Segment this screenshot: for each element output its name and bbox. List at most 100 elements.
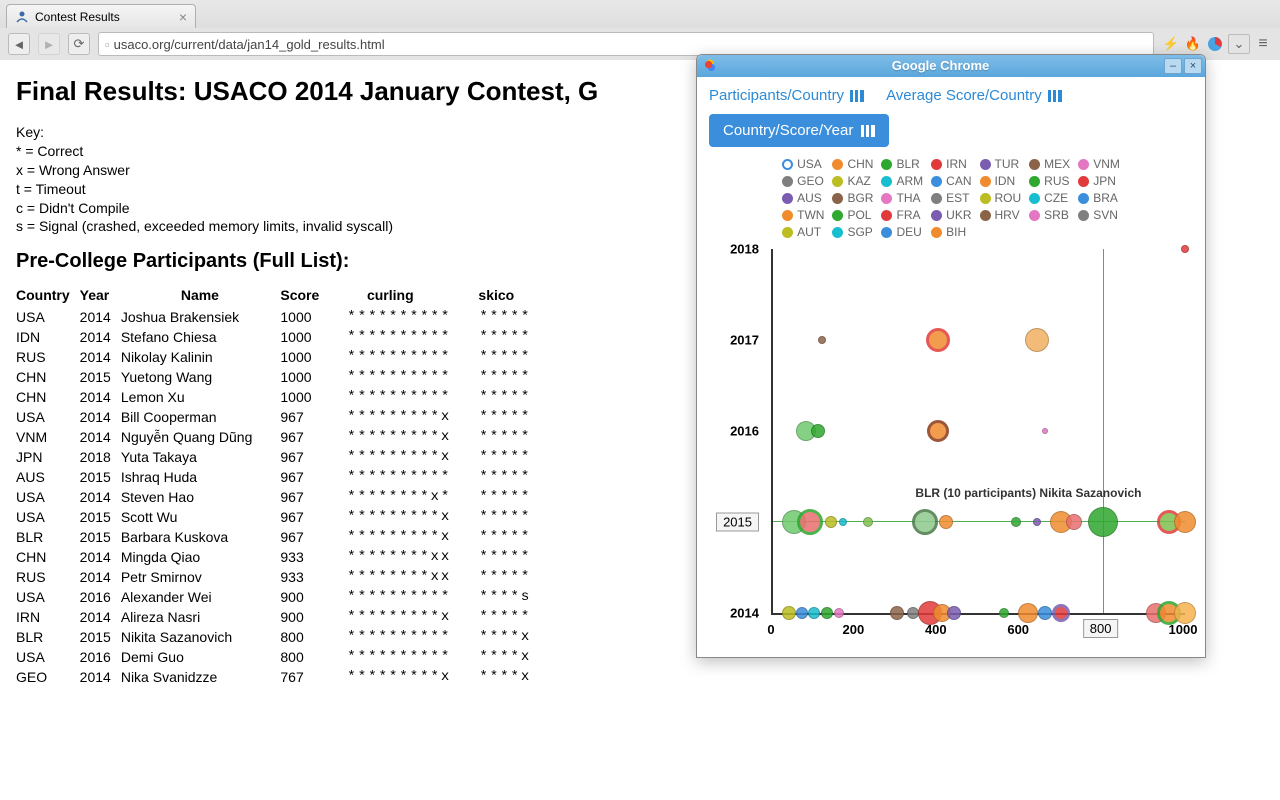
chart[interactable]: 20142015201620172018 BLR (10 participant… xyxy=(709,245,1193,645)
legend-item[interactable]: IRN xyxy=(931,157,971,171)
legend-item[interactable]: AUS xyxy=(782,191,824,205)
cell: 2018 xyxy=(80,447,121,467)
legend-item[interactable]: CAN xyxy=(931,174,971,188)
bubble[interactable] xyxy=(834,608,844,618)
bubble[interactable] xyxy=(890,606,904,620)
bubble[interactable] xyxy=(1181,245,1189,253)
tab-close-icon[interactable]: × xyxy=(179,9,187,25)
bubble[interactable] xyxy=(1042,428,1048,434)
legend-item[interactable]: SVN xyxy=(1078,208,1120,222)
bubble[interactable] xyxy=(1174,511,1196,533)
legend-item[interactable]: BLR xyxy=(881,157,923,171)
legend-item[interactable]: CZE xyxy=(1029,191,1070,205)
pie-icon[interactable] xyxy=(1206,35,1224,53)
bubble[interactable] xyxy=(1088,507,1118,537)
bubble[interactable] xyxy=(782,606,796,620)
legend-label: FRA xyxy=(896,208,920,222)
bubble[interactable] xyxy=(1066,514,1082,530)
minimize-button[interactable]: – xyxy=(1164,58,1182,74)
cell: *********x xyxy=(329,447,461,467)
legend-item[interactable]: FRA xyxy=(881,208,923,222)
browser-tab[interactable]: Contest Results × xyxy=(6,4,196,28)
reload-button[interactable]: ⟳ xyxy=(68,33,90,55)
legend-item[interactable]: SGP xyxy=(832,225,873,239)
bubble[interactable] xyxy=(926,328,950,352)
bubble[interactable] xyxy=(839,518,847,526)
cell: 2014 xyxy=(80,607,121,627)
legend-item[interactable]: MEX xyxy=(1029,157,1070,171)
cell: ***** xyxy=(461,427,541,447)
legend-item[interactable]: GEO xyxy=(782,174,824,188)
bubble[interactable] xyxy=(939,515,953,529)
legend-item[interactable]: ROU xyxy=(980,191,1022,205)
bubble[interactable] xyxy=(825,516,837,528)
legend-item[interactable]: BGR xyxy=(832,191,873,205)
legend-label: BGR xyxy=(847,191,873,205)
cell: 1000 xyxy=(262,327,329,347)
browser-chrome: Contest Results × ◄ ► ⟳ ▫ usaco.org/curr… xyxy=(0,0,1280,60)
legend-item[interactable]: THA xyxy=(881,191,923,205)
legend-item[interactable]: POL xyxy=(832,208,873,222)
bubble[interactable] xyxy=(1011,517,1021,527)
bubble[interactable] xyxy=(811,424,825,438)
cell: *********x xyxy=(329,667,461,687)
close-button[interactable]: × xyxy=(1184,58,1202,74)
tab-country-score-year[interactable]: Country/Score/Year xyxy=(709,114,889,147)
flame-icon[interactable]: 🔥 xyxy=(1184,35,1202,53)
bubble[interactable] xyxy=(863,517,873,527)
bubble[interactable] xyxy=(818,336,826,344)
legend-dot-icon xyxy=(881,227,892,238)
popup-titlebar[interactable]: Google Chrome – × xyxy=(697,55,1205,77)
forward-button[interactable]: ► xyxy=(38,33,60,55)
legend-item[interactable]: ARM xyxy=(881,174,923,188)
bubble[interactable] xyxy=(1025,328,1049,352)
legend-item[interactable]: CHN xyxy=(832,157,873,171)
legend-item[interactable]: BIH xyxy=(931,225,971,239)
tab-avgscore[interactable]: Average Score/Country xyxy=(886,87,1062,104)
cell: ********** xyxy=(329,347,461,367)
bubble[interactable] xyxy=(797,509,823,535)
bubble[interactable] xyxy=(1033,518,1041,526)
legend-item[interactable]: IDN xyxy=(980,174,1022,188)
legend-item[interactable]: UKR xyxy=(931,208,971,222)
legend-dot-icon xyxy=(931,193,942,204)
bubble[interactable] xyxy=(927,420,949,442)
x-tick: 200 xyxy=(843,622,865,637)
bubble[interactable] xyxy=(1038,606,1052,620)
legend-item[interactable]: BRA xyxy=(1078,191,1120,205)
bubble[interactable] xyxy=(821,607,833,619)
cell: ********x* xyxy=(329,487,461,507)
tab-participants[interactable]: Participants/Country xyxy=(709,87,864,104)
legend-item[interactable]: KAZ xyxy=(832,174,873,188)
legend-item[interactable]: HRV xyxy=(980,208,1022,222)
bubble[interactable] xyxy=(999,608,1009,618)
legend-item[interactable]: EST xyxy=(931,191,971,205)
cell: 900 xyxy=(262,607,329,627)
legend-label: BLR xyxy=(896,157,919,171)
legend-item[interactable]: USA xyxy=(782,157,824,171)
cell: ****x xyxy=(461,667,541,687)
legend-dot-icon xyxy=(782,159,793,170)
bubble[interactable] xyxy=(912,509,938,535)
bubble[interactable] xyxy=(947,606,961,620)
bubble[interactable] xyxy=(808,607,820,619)
chevron-down-icon[interactable]: ⌄ xyxy=(1228,34,1250,54)
table-row: USA2016Alexander Wei900**************s xyxy=(16,587,541,607)
back-button[interactable]: ◄ xyxy=(8,33,30,55)
legend-item[interactable]: RUS xyxy=(1029,174,1070,188)
legend-item[interactable]: AUT xyxy=(782,225,824,239)
legend-item[interactable]: DEU xyxy=(881,225,923,239)
legend-dot-icon xyxy=(931,159,942,170)
bolt-icon[interactable]: ⚡ xyxy=(1162,35,1180,53)
plot-area[interactable]: BLR (10 participants) Nikita Sazanovich xyxy=(771,249,1185,615)
menu-icon[interactable]: ≡ xyxy=(1254,35,1272,53)
legend-item[interactable]: TWN xyxy=(782,208,824,222)
legend-item[interactable]: SRB xyxy=(1029,208,1070,222)
bubble[interactable] xyxy=(796,607,808,619)
x-tick: 0 xyxy=(767,622,774,637)
cell: ***** xyxy=(461,487,541,507)
legend-item[interactable]: JPN xyxy=(1078,174,1120,188)
legend-item[interactable]: TUR xyxy=(980,157,1022,171)
url-bar[interactable]: ▫ usaco.org/current/data/jan14_gold_resu… xyxy=(98,32,1154,56)
legend-item[interactable]: VNM xyxy=(1078,157,1120,171)
